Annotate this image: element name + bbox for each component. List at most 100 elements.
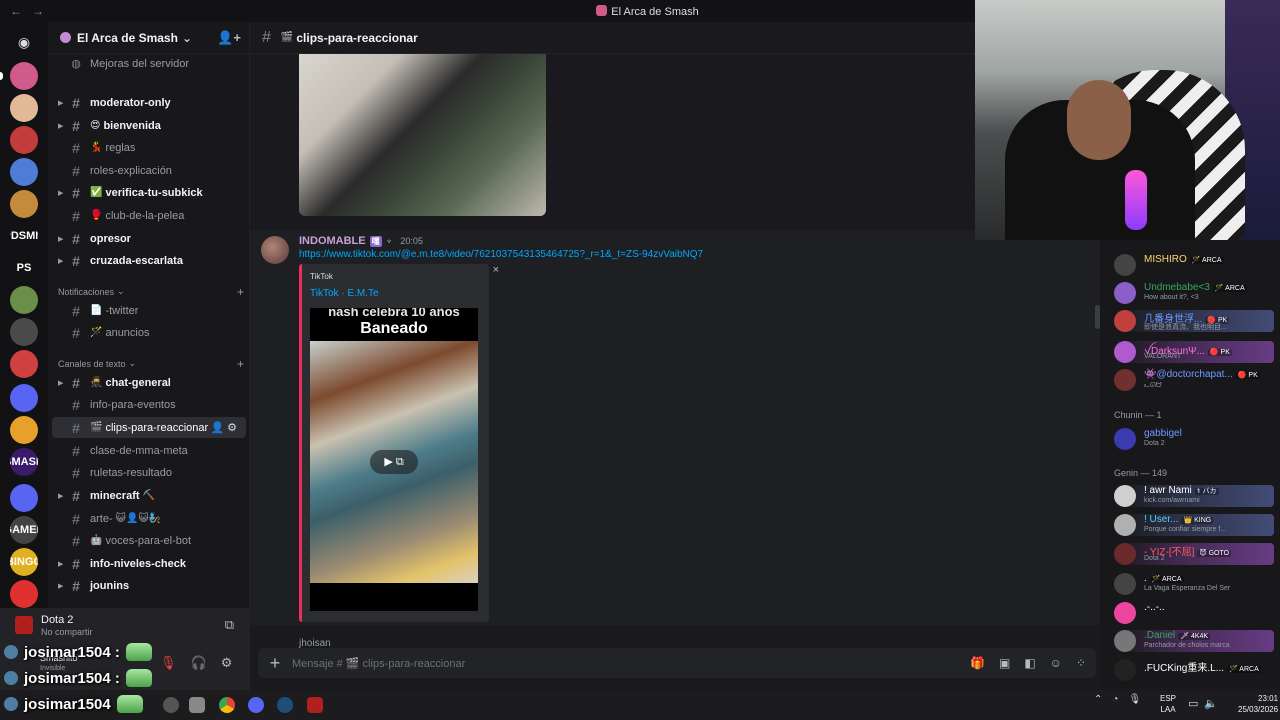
channel-item[interactable]: ▶ # 🥷 chat-general [52,372,246,393]
embed-video[interactable]: nash celebra 10 años Baneado ▶ ⧉ [310,308,478,611]
member-item[interactable]: .FUCKing重来.L... 🪄 ARCA [1114,659,1274,681]
member-name: 👾@doctorchapat... [1144,369,1233,380]
channel-item[interactable]: ▶ # moderator-only [52,92,246,113]
chevron-up-icon[interactable]: ⌃ [1094,694,1102,705]
channel-item[interactable]: ▶ # opresor [52,228,246,249]
volume-icon[interactable]: 🔈 [1204,697,1218,710]
channel-item[interactable]: # 🤖 voces-para-el-bot [52,530,246,551]
image-attachment[interactable] [299,54,546,216]
steam-icon[interactable] [277,697,293,713]
dota-icon[interactable] [307,697,323,713]
member-item[interactable]: ꪜDarksunΨ... 🔴 PK VALORANT [1114,341,1274,363]
member-item[interactable]: ! User... 👑 KING Porque confiar siempre f.… [1114,514,1274,536]
channel-item[interactable]: ▶ # info-niveles-check [52,553,246,574]
network-icon[interactable]: ◔ [1112,694,1118,705]
server-icon[interactable]: PDSMM [10,222,38,250]
hash-icon: # [72,117,80,134]
gear-icon[interactable]: ⚙ [221,655,233,671]
clock-time: 23:01 [1258,694,1279,703]
member-item[interactable]: 👾@doctorchapat... 🔴 PK ᓚᘏᗢ [1114,369,1274,391]
server-icon[interactable] [10,286,38,314]
channel-item[interactable]: # clase-de-mma-meta [52,440,246,461]
channel-item[interactable]: # 🥊 club-de-la-pelea [52,205,246,226]
overlay-badge [125,669,152,687]
channel-item[interactable]: # 💃 reglas [52,137,246,158]
server-icon[interactable] [10,158,38,186]
member-item[interactable]: Undmebabe<3 🪄 ARCA How about it?, <3 [1114,282,1274,304]
message-composer[interactable]: + Mensaje # 🎬 clips-para-reaccionar 🎁 ▣ … [258,648,1096,678]
discord-icon[interactable] [248,697,264,713]
channel-item[interactable]: ▶ # 😍 bienvenida [52,115,246,136]
channel-item[interactable]: ▶ # ✅ verifica-tu-subkick [52,182,246,203]
play-icon[interactable]: ▶ ⧉ [370,450,418,474]
embed-title[interactable]: TikTok · E.M.Te [310,288,379,299]
server-boost-item[interactable]: ◍ Mejoras del servidor [52,53,246,74]
channel-item[interactable]: # info-para-eventos [52,394,246,415]
language-indicator[interactable]: ESP LAA [1160,693,1176,715]
sticker-icon[interactable]: ◧ [1024,656,1035,670]
gift-icon[interactable]: 🎁 [970,656,985,670]
server-icon[interactable] [10,62,38,90]
server-icon[interactable]: SMASH [10,448,38,476]
add-channel-icon[interactable]: + [237,285,244,299]
server-icon[interactable] [10,190,38,218]
member-item[interactable]: MISHIRO 🪄 ARCA [1114,254,1274,276]
member-item[interactable]: gabbigel Dota 2 [1114,428,1274,450]
server-icon[interactable] [10,94,38,122]
channel-settings-icon[interactable]: 👤⚙ [210,421,240,434]
avatar [1114,254,1136,276]
server-icon[interactable] [10,416,38,444]
member-item[interactable]: ! awr Nami ⚕ バカ kick.com/awrnami [1114,485,1274,507]
server-icon[interactable]: PS [10,254,38,282]
avatar [1114,282,1136,304]
channel-item[interactable]: ▶ # minecraft ⛏️ [52,485,246,506]
server-icon[interactable]: BINGO [10,548,38,576]
member-name: . [1144,573,1147,584]
channel-item[interactable]: # 🪄 anuncios [52,322,246,343]
attach-plus-icon[interactable]: + [258,653,292,674]
taskbar-app-icon[interactable] [163,697,179,713]
member-item[interactable]: .Daniel 🗡 4K4K Parchador de cholos marca [1114,630,1274,652]
mic-icon[interactable]: 🎙 [160,655,177,671]
apps-icon[interactable]: ⁘ [1076,656,1086,670]
add-member-icon[interactable]: 👤+ [217,30,241,46]
add-channel-icon[interactable]: + [237,357,244,371]
channel-item[interactable]: # roles-explicación [52,160,246,181]
channel-item[interactable]: # ruletas-resultado [52,462,246,483]
member-item[interactable]: .-..-.. [1114,602,1274,624]
server-icon[interactable] [10,350,38,378]
discord-home-icon[interactable]: ◉ [10,28,38,56]
channel-item[interactable]: # 🎬 clips-para-reaccionar 👤⚙ [52,417,246,438]
hash-icon: # [72,324,80,341]
close-icon[interactable]: × [493,264,499,276]
expand-arrow-icon: ▶ [58,257,64,265]
channel-item[interactable]: # 📄 -twitter [52,300,246,321]
chrome-icon[interactable] [219,697,235,713]
mic-icon[interactable]: 🎙 [1128,694,1141,705]
clock[interactable]: 23:01 25/03/2026 [1238,693,1278,715]
headset-icon[interactable]: 🎧 [191,655,207,671]
emoji-icon[interactable]: ☺ [1050,656,1062,670]
member-item[interactable]: - YIZ-[不屈] 😈 GOTO Dota 2 [1114,543,1274,565]
message-link[interactable]: https://www.tiktok.com/@e.m.te8/video/76… [299,249,703,260]
member-item[interactable]: . 🪄 ARCA La Vaga Esperanza Del Ser [1114,573,1274,595]
category-header[interactable]: Canales de texto ⌄ + [58,357,244,371]
server-icon[interactable] [10,318,38,346]
member-item[interactable]: 几番身世浮... 🔴 PK 即使是浪真流、我也明目... [1114,310,1274,332]
server-icon[interactable] [10,384,38,412]
channel-item[interactable]: ▶ # jounins [52,575,246,596]
avatar[interactable] [261,236,289,264]
server-icon[interactable] [10,580,38,608]
server-icon[interactable]: GAMER [10,516,38,544]
author-name[interactable]: INDOMABLE [299,235,366,247]
screen-share-icon[interactable]: ⧉ [225,617,234,633]
server-icon[interactable] [10,126,38,154]
channel-item[interactable]: ▶ # cruzada-escarlata [52,250,246,271]
display-icon[interactable]: ▭ [1188,697,1198,710]
taskbar-app-icon[interactable] [189,697,205,713]
server-icon[interactable] [10,484,38,512]
category-header[interactable]: Notificaciones ⌄ + [58,285,244,299]
server-header[interactable]: El Arca de Smash ⌄ 👤+ [48,22,249,54]
channel-item[interactable]: # arte- 😺👤😺🧞 [52,508,246,529]
gif-icon[interactable]: ▣ [999,656,1010,670]
